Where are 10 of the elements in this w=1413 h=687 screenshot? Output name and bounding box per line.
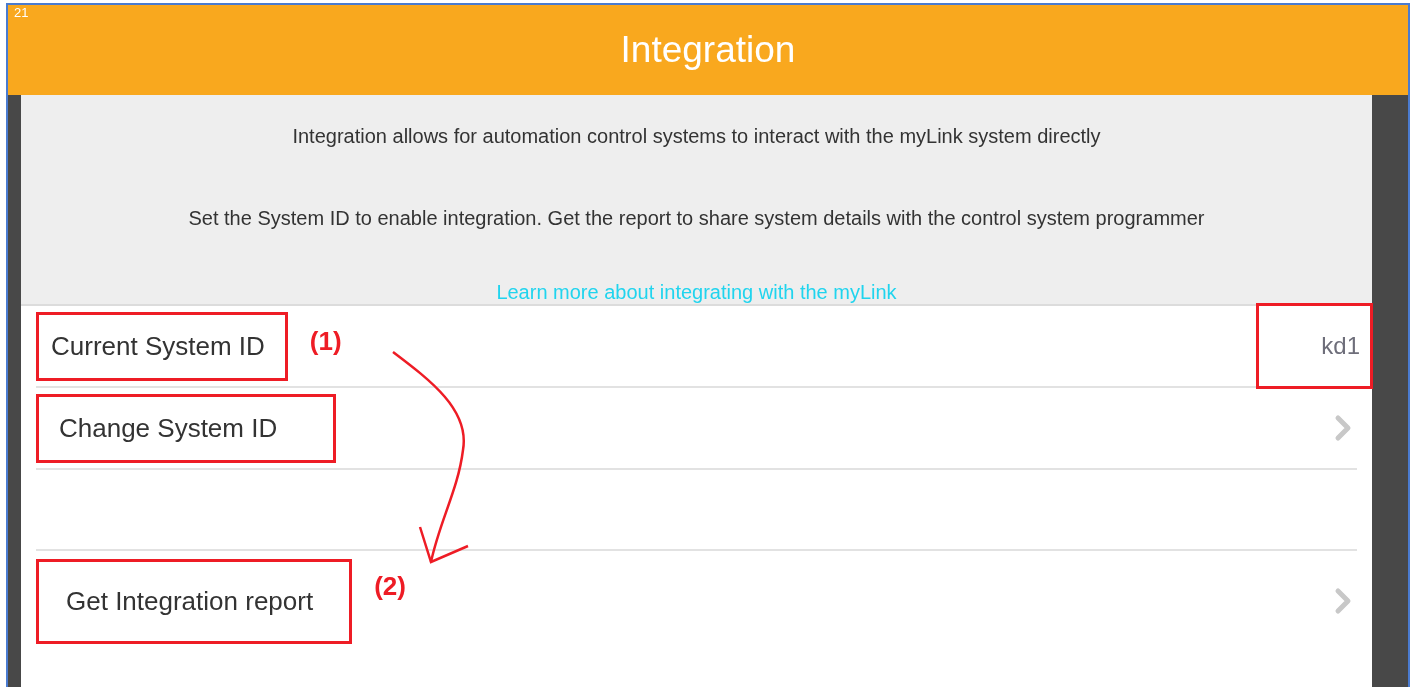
system-id-value: kd1 <box>1321 332 1360 359</box>
intro-text: Integration allows for automation control systems to interact with the myLink system directly <box>292 124 1101 149</box>
annotation-marker: (1) <box>309 325 342 358</box>
intro-text: Set the System ID to enable integration. Get the report to share system details with the control system programmer <box>188 206 1205 231</box>
row-label[interactable]: Change System ID <box>59 412 278 443</box>
row-label[interactable]: Get Integration report <box>66 585 314 616</box>
row-label[interactable]: Current System ID <box>51 330 265 361</box>
page-title: Integration <box>620 28 796 73</box>
annotation-marker: (2) <box>374 570 406 603</box>
status-text: 21 <box>14 6 29 19</box>
